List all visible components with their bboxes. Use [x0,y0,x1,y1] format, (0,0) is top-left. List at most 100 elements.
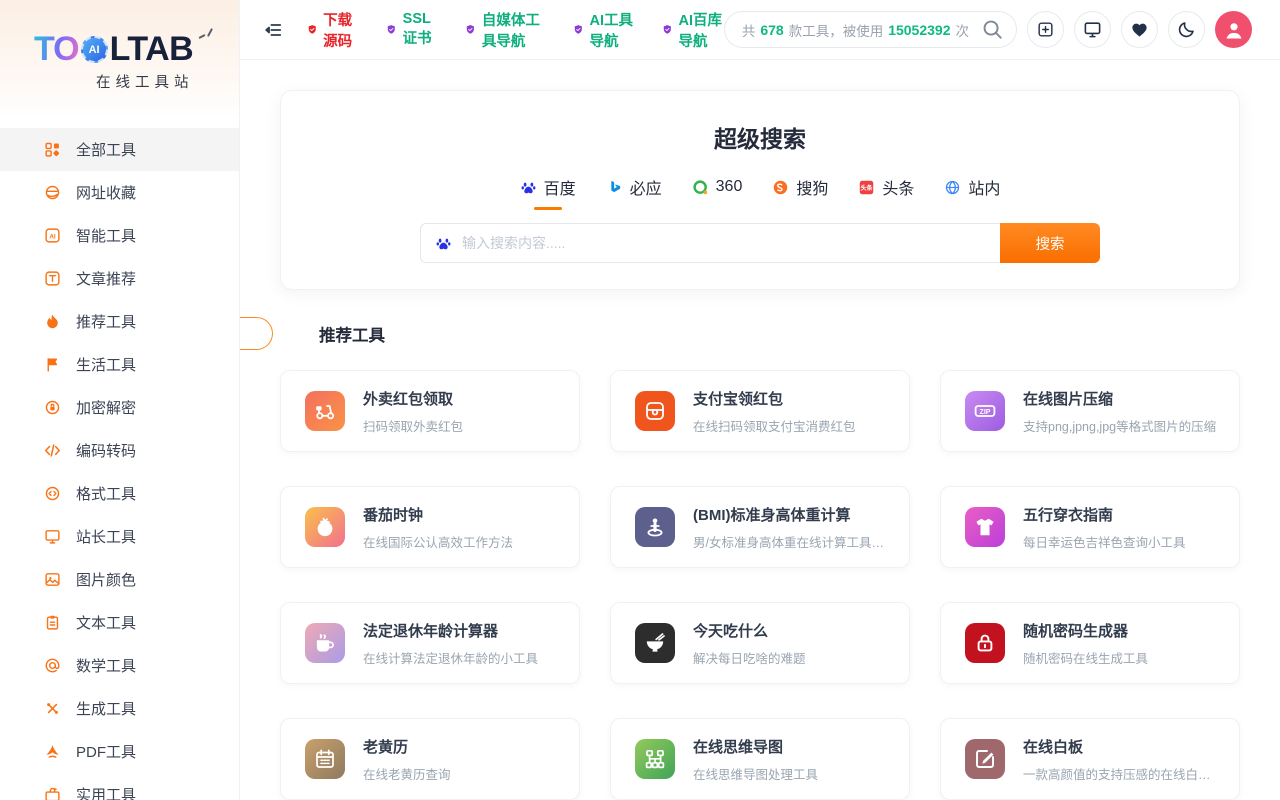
sogou-icon [772,179,789,196]
stats-use-count: 15052392 [888,22,950,38]
tool-name: 老黄历 [363,736,451,757]
sidebar-item-clipboard[interactable]: 文本工具 [0,601,239,644]
sidebar-item-code[interactable]: 编码转码 [0,429,239,472]
tool-card[interactable]: 番茄时钟在线国际公认高效工作方法 [280,486,580,568]
header-link-label: AI工具导航 [590,9,635,51]
heart-button[interactable] [1121,11,1158,48]
sidebar-item-image[interactable]: 图片颜色 [0,558,239,601]
collapse-sidebar-icon[interactable] [264,17,283,43]
monitor-icon [1083,20,1102,39]
header-link-label: AI百库导航 [679,9,724,51]
header-link[interactable]: SSL证书 [386,11,438,48]
shield-icon [307,21,318,38]
search-icon[interactable] [981,18,1004,41]
sidebar-item-label: PDF工具 [76,741,136,762]
tool-name: 外卖红包领取 [363,388,463,409]
shield-icon [386,21,397,38]
sidebar-item-fire[interactable]: 推荐工具 [0,300,239,343]
edge-grid-tab[interactable] [240,317,273,350]
header-link[interactable]: 自媒体工具导航 [465,9,546,51]
ai-icon: AI [44,227,61,244]
fire-icon [288,325,307,344]
sidebar-item-utility[interactable]: 实用工具 [0,773,239,800]
engine-label: 360 [716,178,743,196]
engine-tab-e360[interactable]: 360 [692,175,743,210]
engine-tabs: 百度 必应 360 搜狗头条头条站内 [281,175,1239,210]
logo-ai-badge: AI [81,36,108,63]
sidebar-item-article[interactable]: 文章推荐 [0,257,239,300]
shield-icon [573,21,584,38]
tool-desc: 解决每日吃啥的难题 [693,648,806,667]
tool-desc: 男/女标准身高体重在线计算工具，... [693,532,891,551]
tool-card[interactable]: 外卖红包领取扫码领取外卖红包 [280,370,580,452]
shield-icon [465,21,476,38]
fire-icon [44,313,61,330]
sidebar-item-flag[interactable]: 生活工具 [0,343,239,386]
sidebar-item-label: 编码转码 [76,440,136,461]
header: 下载源码SSL证书自媒体工具导航AI工具导航AI百库导航 共 678 款工具，被… [240,0,1280,60]
sidebar-item-browser[interactable]: 网址收藏 [0,171,239,214]
sidebar-item-label: 推荐工具 [76,311,136,332]
engine-label: 必应 [630,175,662,199]
moon-button[interactable] [1168,11,1205,48]
whiteboard-icon [965,739,1005,779]
engine-tab-globe[interactable]: 站内 [944,175,1000,210]
tool-card[interactable]: 在线白板一款高颜值的支持压感的在线白板小... [940,718,1240,800]
tool-card[interactable]: 在线思维导图在线思维导图处理工具 [610,718,910,800]
sidebar-item-ai[interactable]: AI 智能工具 [0,214,239,257]
tool-desc: 扫码领取外卖红包 [363,416,463,435]
tool-name: (BMI)标准身高体重计算 [693,504,891,525]
header-link[interactable]: AI工具导航 [573,9,635,51]
sidebar-item-label: 加密解密 [76,397,136,418]
tool-card[interactable]: 老黄历在线老黄历查询 [280,718,580,800]
engine-tab-bing[interactable]: 必应 [606,175,662,210]
tool-card[interactable]: 法定退休年龄计算器在线计算法定退休年龄的小工具 [280,602,580,684]
header-link-label: 下载源码 [323,9,359,51]
sidebar-item-at[interactable]: 数学工具 [0,644,239,687]
sidebar-item-label: 智能工具 [76,225,136,246]
tool-desc: 随机密码在线生成工具 [1023,648,1148,667]
logo-text-ltab: LTAB [110,30,194,69]
tool-card[interactable]: (BMI)标准身高体重计算男/女标准身高体重在线计算工具，... [610,486,910,568]
header-link-label: SSL证书 [403,11,438,48]
flag-icon [44,356,61,373]
tool-card[interactable]: ZIP在线图片压缩支持png,jpng,jpg等格式图片的压缩 [940,370,1240,452]
article-icon [44,270,61,287]
code-circle-icon [44,485,61,502]
add-square-button[interactable] [1027,11,1064,48]
tool-card[interactable]: 今天吃什么解决每日吃啥的难题 [610,602,910,684]
sidebar-item-lock-circle[interactable]: 加密解密 [0,386,239,429]
tool-card[interactable]: 支付宝领红包在线扫码领取支付宝消费红包 [610,370,910,452]
monitor-button[interactable] [1074,11,1111,48]
tool-desc: 每日幸运色吉祥色查询小工具 [1023,532,1186,551]
engine-tab-sogou[interactable]: 搜狗 [772,175,828,210]
tool-desc: 在线国际公认高效工作方法 [363,532,513,551]
tool-desc: 在线思维导图处理工具 [693,764,818,783]
logo[interactable]: TO AI LTAB 在线工具站 [0,0,239,118]
tool-desc: 在线扫码领取支付宝消费红包 [693,416,856,435]
avatar[interactable] [1215,11,1252,48]
search-button[interactable]: 搜索 [1000,223,1100,263]
tool-name: 随机密码生成器 [1023,620,1148,641]
engine-tab-baidu[interactable]: 百度 [520,175,576,210]
sidebar-item-monitor[interactable]: 站长工具 [0,515,239,558]
tool-name: 在线图片压缩 [1023,388,1216,409]
mindmap-icon [635,739,675,779]
header-link[interactable]: 下载源码 [307,9,360,51]
sidebar-item-pdf[interactable]: PDF工具 [0,730,239,773]
header-link-label: 自媒体工具导航 [482,9,546,51]
engine-tab-toutiao[interactable]: 头条头条 [858,175,914,210]
sidebar-item-code-circle[interactable]: 格式工具 [0,472,239,515]
tool-card[interactable]: 五行穿衣指南每日幸运色吉祥色查询小工具 [940,486,1240,568]
logo-text-to: TO [34,30,79,69]
sidebar-item-label: 数学工具 [76,655,136,676]
image-icon [44,571,61,588]
sidebar-item-tools[interactable]: 生成工具 [0,687,239,730]
tool-desc: 一款高颜值的支持压感的在线白板小... [1023,764,1221,783]
tool-card[interactable]: 随机密码生成器随机密码在线生成工具 [940,602,1240,684]
sidebar-item-grid[interactable]: 全部工具 [0,128,239,171]
search-input[interactable] [462,235,986,251]
header-link[interactable]: AI百库导航 [662,9,724,51]
mug-icon [305,623,345,663]
sidebar-item-label: 实用工具 [76,784,136,800]
